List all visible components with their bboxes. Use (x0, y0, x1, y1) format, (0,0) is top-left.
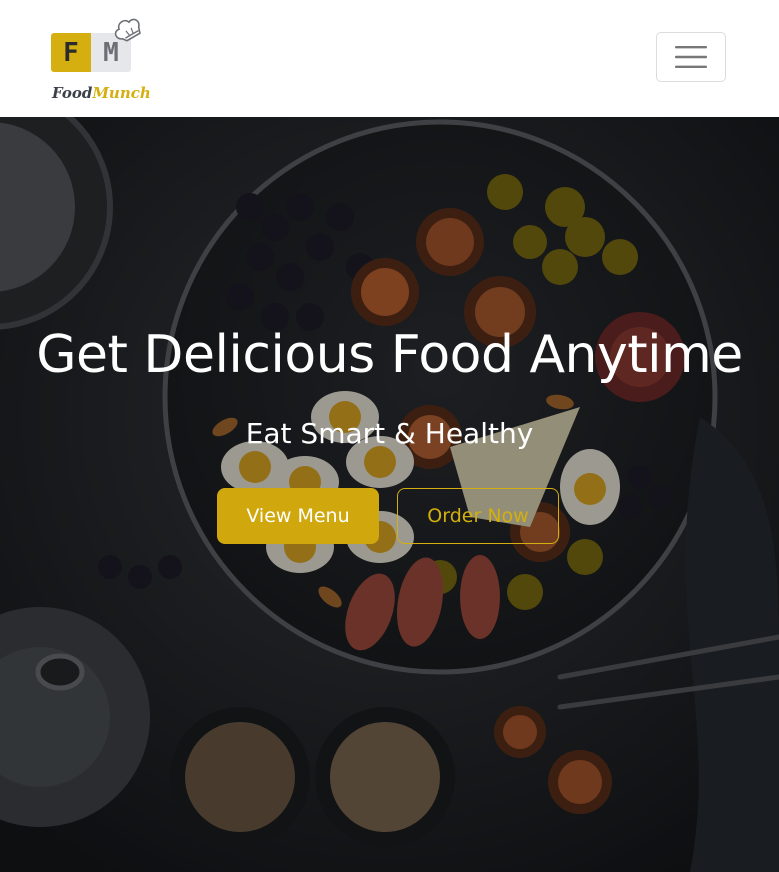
logo-word-munch: Munch (92, 84, 151, 102)
navbar-toggler-button[interactable] (656, 32, 726, 82)
chef-hat-icon (114, 18, 141, 42)
hero-title: Get Delicious Food Anytime (36, 325, 743, 385)
hero-banner: Get Delicious Food Anytime Eat Smart & H… (0, 117, 779, 872)
view-menu-button[interactable]: View Menu (217, 488, 379, 544)
logo-letter-f: F (51, 33, 91, 72)
logo-wordmark: FoodMunch (52, 84, 151, 102)
foodmunch-logo[interactable]: F M FoodMunch (50, 16, 151, 106)
order-now-button[interactable]: Order Now (397, 488, 559, 544)
hamburger-menu-icon (675, 46, 707, 68)
navbar: F M FoodMunch (0, 0, 779, 117)
logo-word-food: Food (52, 84, 93, 102)
hero-subtitle: Eat Smart & Healthy (245, 417, 534, 450)
hero-dark-overlay (0, 117, 779, 872)
